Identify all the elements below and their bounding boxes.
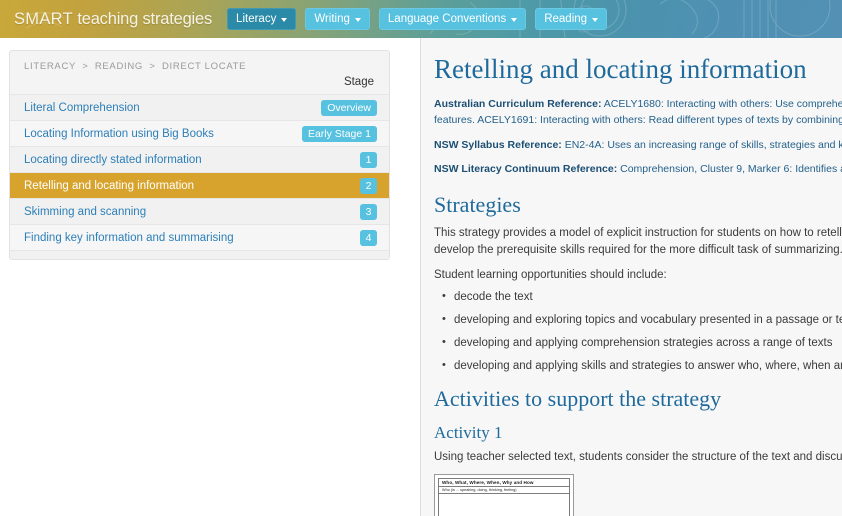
chevron-down-icon xyxy=(281,17,288,22)
list-item[interactable]: Locating directly stated information 1 xyxy=(10,146,389,172)
breadcrumb-item-direct-locate[interactable]: DIRECT LOCATE xyxy=(162,61,246,72)
list-item-label: Locating Information using Big Books xyxy=(24,127,214,140)
reference-text: ACELY1680: Interacting with others: Use … xyxy=(601,98,842,111)
chevron-down-icon xyxy=(511,17,518,22)
breadcrumb-separator: > xyxy=(82,61,89,72)
list-item-label: Literal Comprehension xyxy=(24,101,140,114)
reference-label: NSW Syllabus Reference: xyxy=(434,138,562,151)
nav-button-literacy[interactable]: Literacy xyxy=(227,8,297,30)
worksheet-thumbnail[interactable]: Who, What, Where, When, Why and How Who … xyxy=(434,473,574,516)
list-item[interactable]: Skimming and scanning 3 xyxy=(10,198,389,224)
strategies-paragraph: This strategy provides a model of explic… xyxy=(434,225,842,258)
brand-title: SMART teaching strategies xyxy=(14,10,212,29)
status-badge: 4 xyxy=(360,229,377,246)
list-item-label: Finding key information and summarising xyxy=(24,231,234,244)
list-item-label: Skimming and scanning xyxy=(24,205,147,218)
nav-button-writing[interactable]: Writing xyxy=(305,8,370,30)
reference-text: Comprehension, Cluster 9, Marker 6: Iden… xyxy=(617,163,842,176)
activity-paragraph: Using teacher selected text, students co… xyxy=(434,451,842,464)
page-title: Retelling and locating information xyxy=(434,54,807,84)
list-item[interactable]: Finding key information and summarising … xyxy=(10,224,389,250)
nav-label-writing: Writing xyxy=(314,13,350,25)
page-body: LITERACY > READING > DIRECT LOCATE Stage… xyxy=(0,38,842,516)
section-heading-activities: Activities to support the strategy xyxy=(434,386,722,412)
reference-nsw-syllabus: NSW Syllabus Reference: EN2-4A: Uses an … xyxy=(434,138,842,154)
breadcrumb-item-literacy[interactable]: LITERACY xyxy=(24,61,76,72)
list-item: developing and applying comprehension st… xyxy=(434,337,842,349)
site-header: 9 SMART teaching strategies Literacy Wri… xyxy=(0,0,842,38)
reference-text: EN2-4A: Uses an increasing range of skil… xyxy=(561,138,842,151)
reference-nsw-literacy-continuum: NSW Literacy Continuum Reference: Compre… xyxy=(434,162,842,178)
opportunities-intro: Student learning opportunities should in… xyxy=(434,268,667,281)
brand-rest: teaching strategies xyxy=(72,9,213,28)
list-item-label: Locating directly stated information xyxy=(24,153,202,166)
status-badge: 3 xyxy=(360,203,377,220)
list-item: developing and exploring topics and voca… xyxy=(434,314,842,326)
brand-smart: SMART xyxy=(14,9,73,28)
status-badge: Early Stage 1 xyxy=(301,125,377,142)
status-badge: 2 xyxy=(360,177,377,194)
strategy-list-panel: LITERACY > READING > DIRECT LOCATE Stage… xyxy=(9,50,390,260)
list-item: decode the text xyxy=(434,291,842,303)
worksheet-subheader: Who (is ... speaking, doing, thinking, f… xyxy=(438,485,570,494)
worksheet-header: Who, What, Where, When, Why and How xyxy=(438,477,570,486)
breadcrumb-item-reading[interactable]: READING xyxy=(95,61,143,72)
nav-label-language-conventions: Language Conventions xyxy=(387,13,507,25)
nav-button-reading[interactable]: Reading xyxy=(535,8,608,30)
reference-text-line2: features. ACELY1691: Interacting with ot… xyxy=(434,113,842,126)
status-badge: Overview xyxy=(321,99,377,116)
nav-label-reading: Reading xyxy=(544,13,588,25)
content-panel: Retelling and locating information Austr… xyxy=(420,38,842,516)
worksheet-body xyxy=(438,493,570,516)
nav-label-literacy: Literacy xyxy=(236,13,277,25)
status-badge: 1 xyxy=(360,151,377,168)
stage-column-label: Stage xyxy=(343,76,374,88)
reference-label: Australian Curriculum Reference: xyxy=(434,98,602,111)
reference-label: NSW Literacy Continuum Reference: xyxy=(434,163,618,176)
breadcrumb: LITERACY > READING > DIRECT LOCATE xyxy=(10,51,389,74)
subsection-heading-activity-1: Activity 1 xyxy=(434,422,503,442)
strategies-paragraph-line1: This strategy provides a model of explic… xyxy=(434,227,842,240)
breadcrumb-separator: > xyxy=(149,61,156,72)
list-item: developing and applying skills and strat… xyxy=(434,360,842,372)
panel-footer xyxy=(10,250,389,259)
list-item[interactable]: Literal Comprehension Overview xyxy=(10,94,389,120)
strategies-paragraph-line2: develop the prerequisite skills required… xyxy=(434,244,842,257)
section-heading-strategies: Strategies xyxy=(434,192,521,218)
nav-button-language-conventions[interactable]: Language Conventions xyxy=(378,8,527,30)
chevron-down-icon xyxy=(354,17,361,22)
reference-australian-curriculum: Australian Curriculum Reference: ACELY16… xyxy=(434,97,842,129)
list-item[interactable]: Locating Information using Big Books Ear… xyxy=(10,120,389,146)
chevron-down-icon xyxy=(592,17,599,22)
opportunities-list: decode the text developing and exploring… xyxy=(434,291,842,372)
list-item-active[interactable]: Retelling and locating information 2 xyxy=(10,172,389,198)
stage-column-header: Stage xyxy=(10,74,389,94)
list-item-label: Retelling and locating information xyxy=(24,179,195,192)
